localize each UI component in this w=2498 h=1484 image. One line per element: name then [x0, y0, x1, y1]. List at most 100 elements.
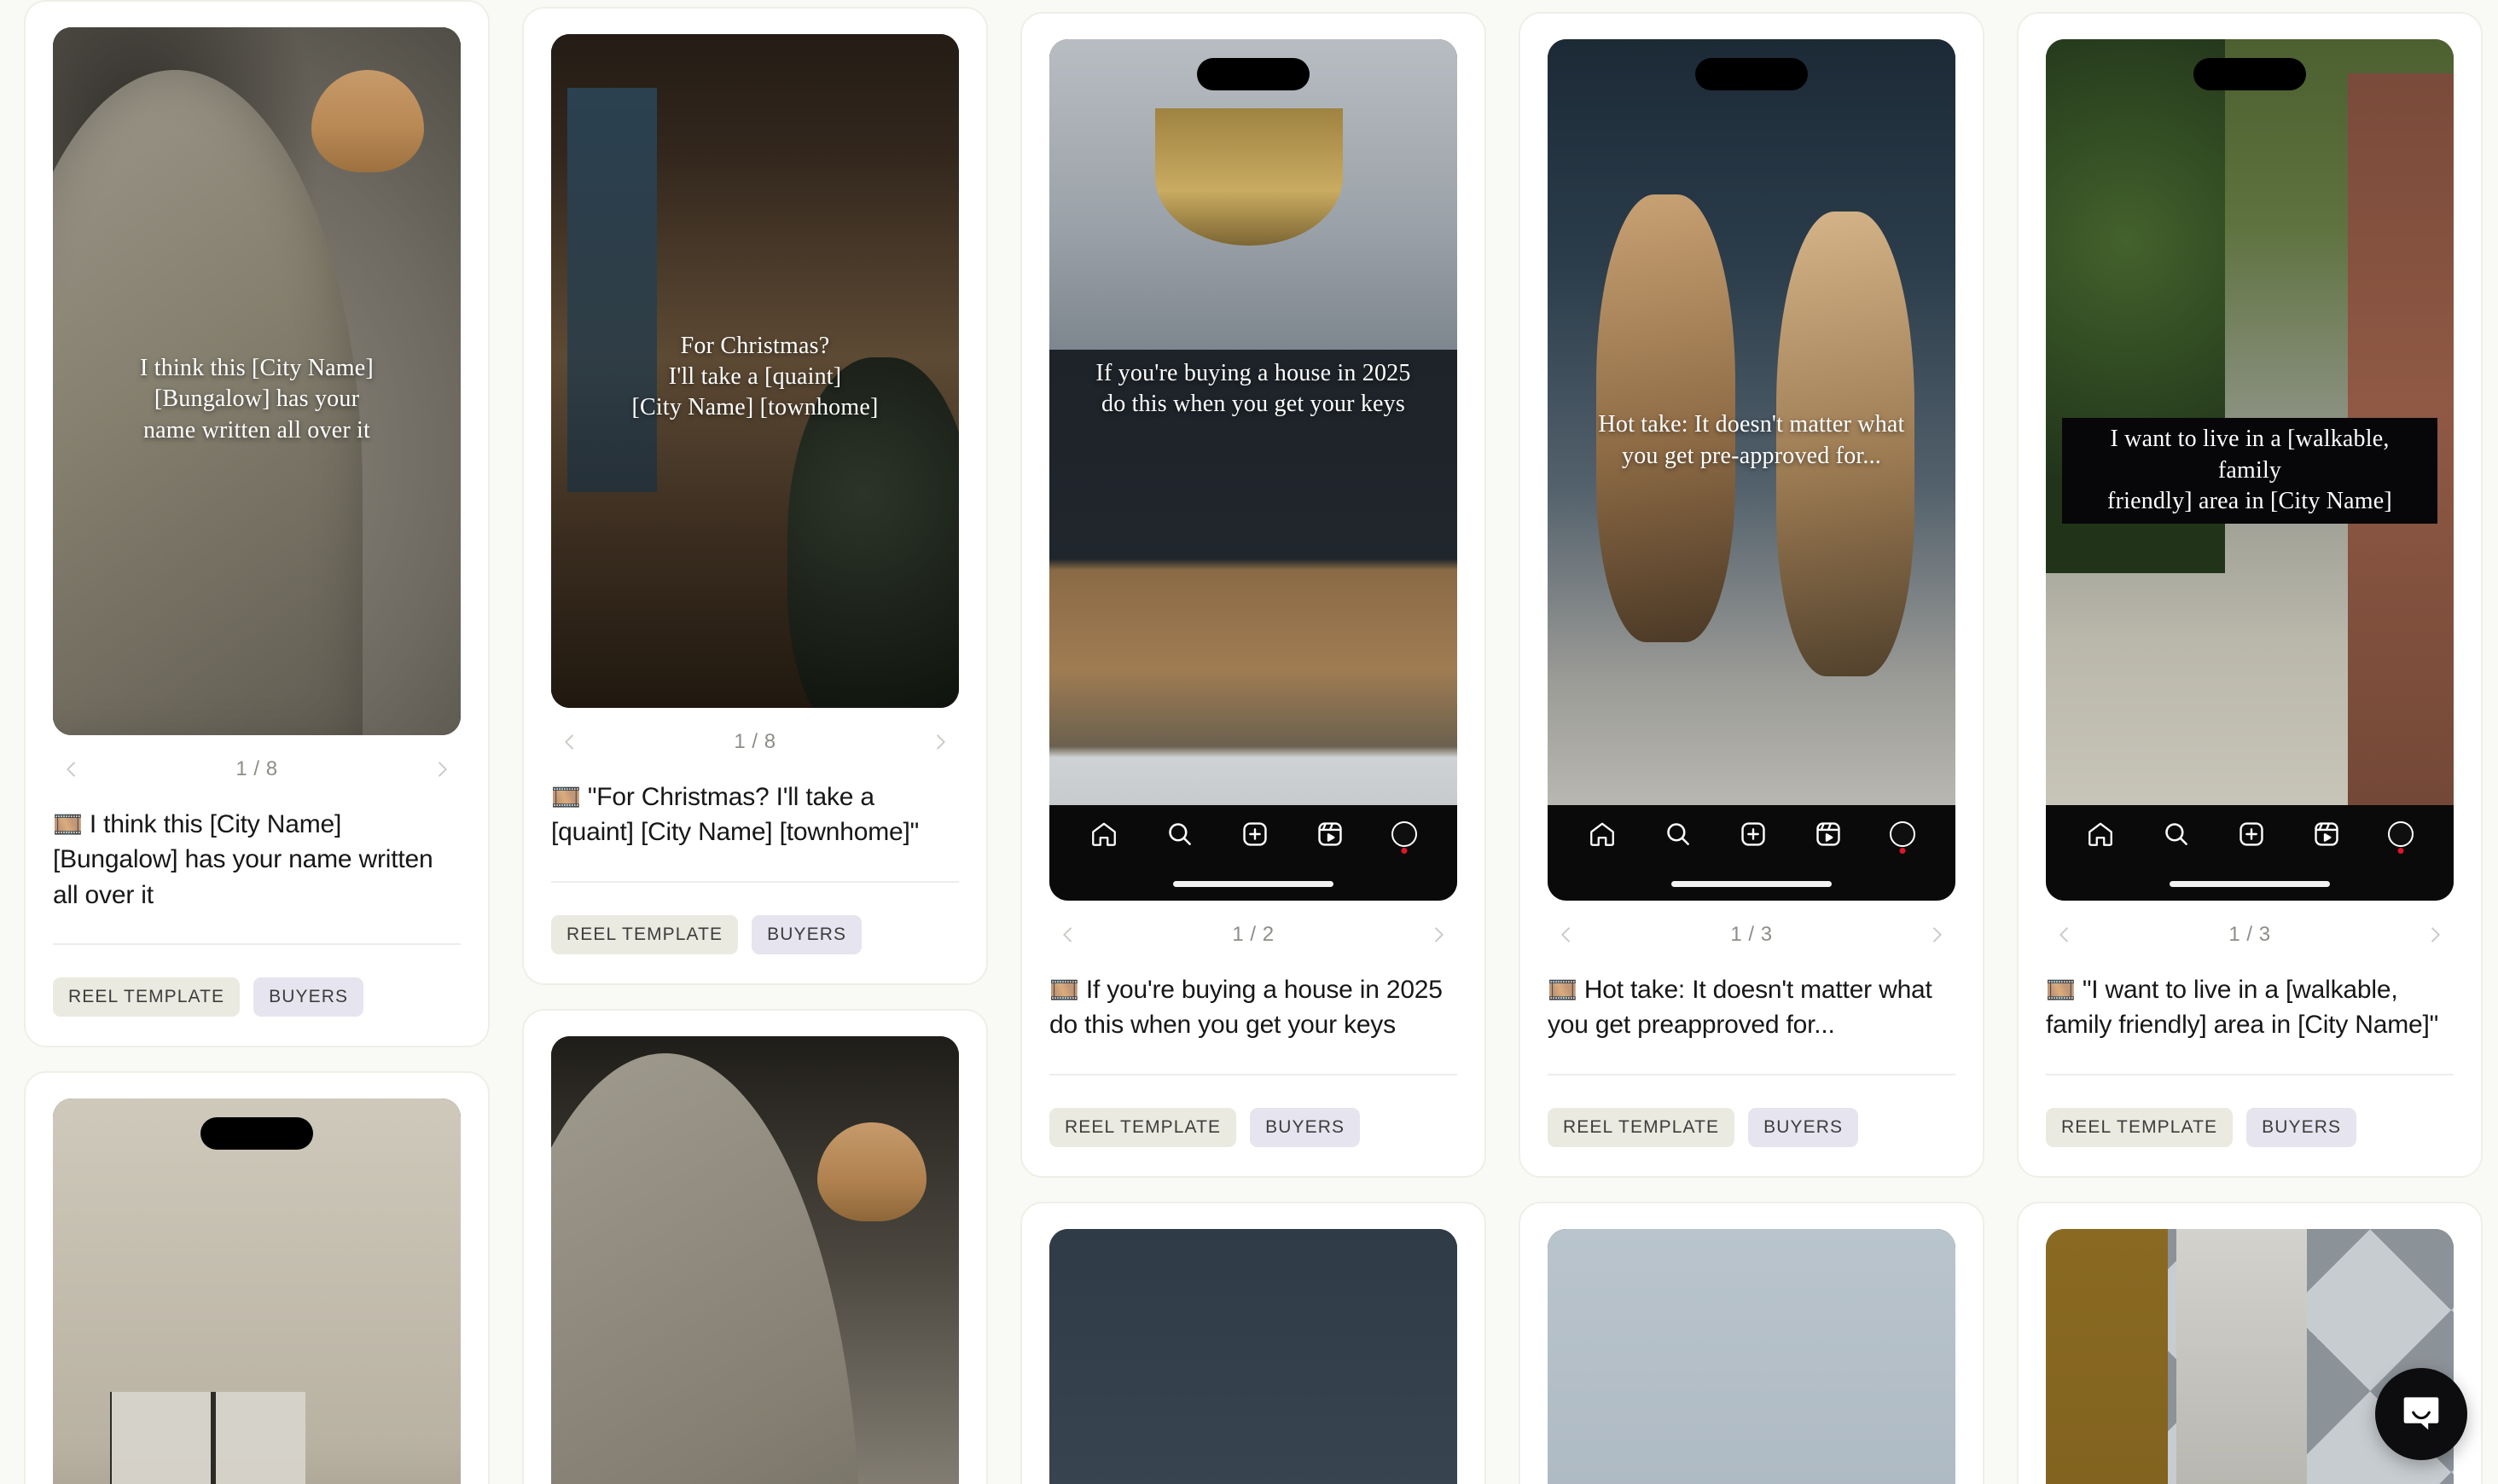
card-title-text: Hot take: It doesn't matter what you get…: [1548, 976, 1932, 1040]
template-card-christmas-townhome[interactable]: For Christmas? I'll take a [quaint] [Cit…: [522, 7, 988, 985]
instagram-bottom-bar: [1049, 805, 1457, 901]
template-card-blue-sky[interactable]: [1020, 1201, 1486, 1484]
chevron-left-icon[interactable]: [558, 730, 582, 754]
dynamic-island: [1197, 58, 1310, 90]
search-icon[interactable]: [1664, 820, 1693, 849]
tag-reel-template[interactable]: REEL TEMPLATE: [551, 914, 739, 954]
card-tags: REEL TEMPLATE BUYERS: [2046, 1107, 2454, 1147]
chevron-right-icon[interactable]: [928, 730, 952, 754]
overlay-caption: I want to live in a [walkable, family fr…: [2062, 418, 2437, 524]
home-icon[interactable]: [2086, 820, 2115, 849]
film-frames-icon: 🎞️: [53, 811, 83, 838]
card-divider: [551, 880, 959, 883]
card-title-text: I think this [City Name] [Bungalow] has …: [53, 810, 433, 909]
card-tags: REEL TEMPLATE BUYERS: [53, 977, 461, 1017]
template-card-buying-2025[interactable]: If you're buying a house in 2025 do this…: [1020, 12, 1486, 1178]
dynamic-island: [200, 1117, 313, 1151]
chevron-left-icon[interactable]: [1554, 923, 1578, 947]
instagram-bottom-bar: [2046, 805, 2454, 901]
tag-buyers[interactable]: BUYERS: [752, 914, 863, 954]
overlay-caption-wrap: I want to live in a [walkable, family fr…: [2046, 418, 2454, 524]
card-thumbnail[interactable]: [1548, 1228, 1955, 1484]
avatar-icon[interactable]: [1889, 821, 1915, 847]
home-icon[interactable]: [1588, 820, 1617, 849]
card-title-text: If you're buying a house in 2025 do this…: [1049, 976, 1443, 1040]
card-thumbnail[interactable]: For Christmas? I'll take a [quaint] [Cit…: [551, 34, 959, 708]
tag-buyers[interactable]: BUYERS: [2246, 1107, 2357, 1147]
overlay-caption: If you're buying a house in 2025 do this…: [1095, 359, 1411, 418]
plus-square-icon[interactable]: [2237, 820, 2266, 849]
template-card-category-is[interactable]: THE CATEGORY IS…: [24, 1071, 490, 1484]
plus-square-icon[interactable]: [1240, 820, 1269, 849]
search-icon[interactable]: [2162, 820, 2191, 849]
tag-reel-template[interactable]: REEL TEMPLATE: [1548, 1107, 1735, 1147]
carousel-counter: 1 / 8: [734, 730, 776, 753]
avatar-icon[interactable]: [1391, 821, 1417, 847]
tag-reel-template[interactable]: REEL TEMPLATE: [53, 977, 241, 1017]
card-thumbnail[interactable]: I think this [City Name] [Bungalow] has …: [53, 27, 461, 735]
card-thumbnail[interactable]: I want to live in a [walkable, family fr…: [2046, 39, 2454, 901]
chat-bubble-icon: [2403, 1397, 2439, 1430]
home-indicator: [1671, 881, 1832, 887]
plus-square-icon[interactable]: [1739, 820, 1768, 849]
template-card-walkable-area[interactable]: I want to live in a [walkable, family fr…: [2017, 12, 2483, 1178]
tag-buyers[interactable]: BUYERS: [1250, 1107, 1361, 1147]
reels-icon[interactable]: [2312, 820, 2341, 849]
overlay-caption: I think this [City Name] [Bungalow] has …: [140, 354, 374, 443]
card-divider: [1548, 1073, 1955, 1075]
chevron-right-icon[interactable]: [2423, 923, 2447, 947]
chevron-right-icon[interactable]: [1925, 923, 1949, 947]
chevron-left-icon[interactable]: [1056, 923, 1080, 947]
reels-icon[interactable]: [1814, 820, 1843, 849]
grid-column-4: Hot take: It doesn't matter what you get…: [1519, 0, 1984, 1484]
thumbnail-photo: [1049, 39, 1457, 901]
tag-buyers[interactable]: BUYERS: [1748, 1107, 1859, 1147]
carousel-counter: 1 / 3: [1730, 923, 1773, 946]
template-card-bungalow[interactable]: I think this [City Name] [Bungalow] has …: [24, 0, 490, 1048]
card-title: 🎞️ I think this [City Name] [Bungalow] h…: [53, 807, 461, 913]
thumbnail-photo: [1548, 1228, 1955, 1484]
grid-column-1: I think this [City Name] [Bungalow] has …: [24, 0, 490, 1484]
chevron-left-icon[interactable]: [2053, 923, 2077, 947]
home-indicator: [2170, 881, 2330, 887]
instagram-bottom-bar: [1548, 805, 1955, 901]
grid-column-5: I want to live in a [walkable, family fr…: [2017, 0, 2483, 1484]
film-frames-icon: 🎞️: [2046, 977, 2076, 1003]
card-title-text: "For Christmas? I'll take a [quaint] [Ci…: [551, 783, 920, 847]
film-frames-icon: 🎞️: [1548, 977, 1577, 1003]
card-title: 🎞️ If you're buying a house in 2025 do t…: [1049, 972, 1457, 1043]
carousel-nav: 1 / 3: [1548, 901, 1955, 952]
avatar-icon[interactable]: [2387, 821, 2414, 847]
card-thumbnail[interactable]: Hot take: It doesn't matter what you get…: [1548, 39, 1955, 901]
thumbnail-photo: [1049, 1228, 1457, 1484]
card-tags: REEL TEMPLATE BUYERS: [1049, 1107, 1457, 1147]
chevron-right-icon[interactable]: [1426, 923, 1450, 947]
card-thumbnail[interactable]: If you're buying a house in 2025 do this…: [1049, 39, 1457, 901]
card-tags: REEL TEMPLATE BUYERS: [1548, 1107, 1955, 1147]
home-icon[interactable]: [1089, 820, 1118, 849]
template-card-roofline[interactable]: [1519, 1201, 1984, 1484]
film-frames-icon: 🎞️: [1049, 977, 1079, 1003]
tag-reel-template[interactable]: REEL TEMPLATE: [2046, 1107, 2234, 1147]
carousel-nav: 1 / 3: [2046, 901, 2454, 952]
card-divider: [53, 943, 461, 946]
template-card-neighborhood-budget[interactable]: the [neighborhood] house I'd buy if my b…: [522, 1008, 988, 1484]
tag-buyers[interactable]: BUYERS: [253, 977, 364, 1017]
carousel-nav: 1 / 8: [551, 708, 959, 759]
chevron-left-icon[interactable]: [60, 757, 84, 781]
card-title: 🎞️ "For Christmas? I'll take a [quaint] …: [551, 780, 959, 850]
template-card-hot-take[interactable]: Hot take: It doesn't matter what you get…: [1519, 12, 1984, 1178]
carousel-nav: 1 / 8: [53, 735, 461, 786]
intercom-launcher[interactable]: [2375, 1368, 2467, 1460]
card-thumbnail[interactable]: THE CATEGORY IS…: [53, 1099, 461, 1484]
tag-reel-template[interactable]: REEL TEMPLATE: [1049, 1107, 1237, 1147]
search-icon[interactable]: [1165, 820, 1194, 849]
chevron-right-icon[interactable]: [430, 757, 454, 781]
card-thumbnail[interactable]: the [neighborhood] house I'd buy if my b…: [551, 1035, 959, 1484]
dynamic-island: [1695, 58, 1808, 90]
grid-column-3: If you're buying a house in 2025 do this…: [1020, 0, 1486, 1484]
reels-icon[interactable]: [1316, 820, 1345, 849]
card-thumbnail[interactable]: [1049, 1228, 1457, 1484]
card-title-text: "I want to live in a [walkable, family f…: [2046, 976, 2439, 1040]
carousel-counter: 1 / 8: [235, 757, 278, 780]
